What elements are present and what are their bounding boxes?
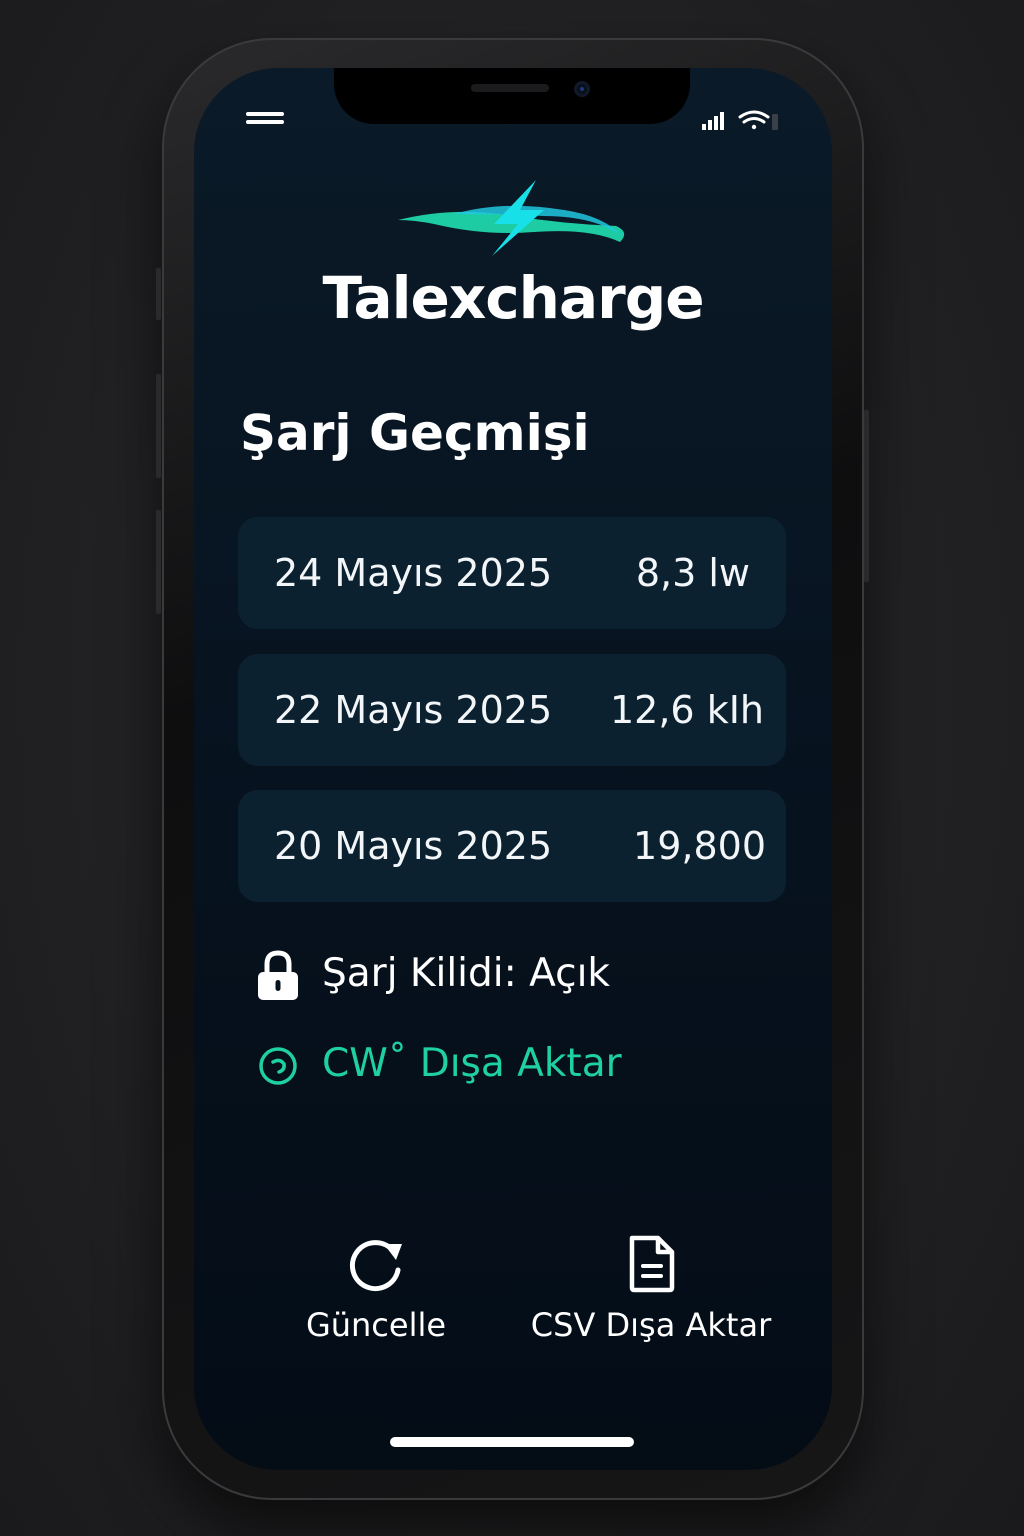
lightning-logo-icon [398, 180, 625, 256]
speaker-grille [471, 84, 549, 92]
history-energy: 19,800 [633, 824, 766, 868]
history-energy: 12,6 kIh [610, 688, 764, 732]
app-title: Talexcharge [322, 264, 704, 332]
status-bar [702, 110, 778, 130]
csv-export-label: CSV Dışa Aktar [530, 1306, 772, 1344]
home-indicator[interactable] [390, 1437, 634, 1447]
charge-lock-label: Şarj Kilidi: Açık [322, 951, 610, 996]
circle-arrow-icon [259, 1047, 297, 1085]
wifi-icon [738, 110, 770, 130]
lock-icon [258, 950, 298, 1000]
history-item[interactable]: 24 Mayıs 2025 8,3 lw [238, 517, 786, 629]
history-date: 24 Mayıs 2025 [274, 551, 553, 595]
menu-icon[interactable] [246, 112, 284, 130]
history-date: 22 Mayıs 2025 [274, 688, 553, 732]
refresh-label: Güncelle [305, 1306, 447, 1344]
signal-icon [702, 112, 724, 130]
section-title: Şarj Geçmişi [240, 404, 590, 462]
export-link[interactable]: CW˚ Dışa Aktar [256, 1034, 756, 1094]
csv-export-button[interactable]: CSV Dışa Aktar [524, 1230, 778, 1350]
history-energy: 8,3 lw [635, 551, 750, 595]
camera-icon [574, 81, 590, 97]
battery-icon [772, 114, 778, 130]
phone-power-button [864, 410, 869, 582]
app-screen: Talexcharge Şarj Geçmişi 24 Mayıs 2025 8… [194, 68, 832, 1470]
refresh-button[interactable]: Güncelle [286, 1230, 466, 1350]
phone-volume-down-button [156, 510, 161, 614]
history-date: 20 Mayıs 2025 [274, 824, 553, 868]
charge-lock-status: Şarj Kilidi: Açık [256, 944, 756, 1004]
history-item[interactable]: 22 Mayıs 2025 12,6 kIh [238, 654, 786, 766]
refresh-icon [349, 1240, 402, 1292]
history-item[interactable]: 20 Mayıs 2025 19,800 [238, 790, 786, 902]
phone-volume-up-button [156, 374, 161, 478]
notch [334, 68, 690, 124]
document-icon [629, 1235, 675, 1293]
phone-side-button [156, 268, 161, 320]
export-link-label: CW˚ Dışa Aktar [322, 1041, 622, 1086]
